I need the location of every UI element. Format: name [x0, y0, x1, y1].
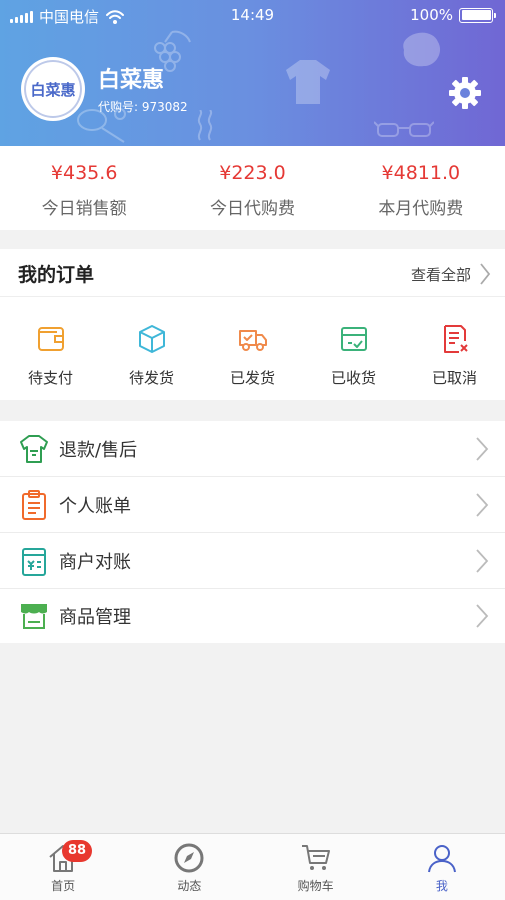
home-badge: 88 [62, 840, 93, 862]
order-label: 已收货 [330, 369, 376, 387]
chevron-right-icon [480, 263, 491, 285]
stat-today-fee[interactable]: ¥223.0 今日代购费 [168, 146, 336, 230]
tab-feed[interactable]: 动态 [126, 834, 252, 900]
inbox-check-icon [340, 327, 367, 351]
view-all-orders-link[interactable]: 查看全部 [411, 262, 491, 286]
my-orders-panel: 我的订单 查看全部 待支付 待发货 已发货 已收货 已取消 [0, 249, 505, 400]
stat-value: ¥4811.0 [381, 162, 461, 184]
tab-label: 购物车 [297, 879, 334, 893]
battery-group: 100% [410, 6, 496, 24]
order-status-row: 待支付 待发货 已发货 已收货 已取消 [0, 297, 505, 388]
order-pending-ship[interactable]: 待发货 [101, 323, 202, 388]
user-id-row: 代购号: 973082 [98, 98, 188, 115]
chevron-right-icon [476, 548, 489, 573]
chevron-right-icon [476, 436, 489, 461]
stat-value: ¥435.6 [50, 162, 118, 184]
stat-label: 今日销售额 [41, 199, 127, 219]
clipboard-icon [22, 489, 46, 520]
view-all-label: 查看全部 [410, 265, 471, 284]
profile-header: 中国电信 14:49 100% 白菜惠 白菜惠 代购号: 973082 [0, 0, 505, 146]
orders-header: 我的订单 查看全部 [0, 249, 505, 297]
box-icon [138, 325, 165, 353]
menu-item-product-manage[interactable]: 商品管理 [0, 589, 505, 643]
tab-label: 首页 [51, 879, 76, 893]
wallet-icon [37, 327, 64, 351]
menu-label: 商品管理 [59, 607, 131, 628]
chevron-right-icon [476, 604, 489, 628]
store-icon [21, 604, 47, 629]
cart-icon [301, 845, 330, 870]
menu-label: 商户对账 [59, 551, 131, 573]
person-icon [427, 845, 456, 873]
user-id-value: 973082 [141, 100, 188, 114]
user-id-label: 代购号: [98, 100, 139, 114]
stat-label: 本月代购费 [378, 199, 464, 219]
menu-label: 个人账单 [59, 495, 131, 517]
battery-icon [459, 7, 496, 23]
stat-value: ¥223.0 [219, 162, 286, 184]
stat-month-fee[interactable]: ¥4811.0 本月代购费 [337, 146, 505, 230]
refund-shirt-icon [20, 434, 48, 463]
compass-icon [174, 843, 204, 873]
order-cancelled[interactable]: 已取消 [404, 323, 505, 388]
glasses-doodle-icon [374, 121, 434, 137]
stats-panel: ¥435.6 今日销售额 ¥223.0 今日代购费 ¥4811.0 本月代购费 [0, 146, 505, 230]
tab-me[interactable]: 我 [379, 834, 505, 900]
ledger-icon [22, 547, 46, 576]
order-label: 已取消 [431, 369, 477, 387]
tab-cart[interactable]: 购物车 [253, 834, 379, 900]
menu-item-merchant-reconcile[interactable]: 商户对账 [0, 533, 505, 589]
cancel-document-icon [443, 325, 468, 353]
tab-label: 动态 [177, 879, 202, 893]
truck-icon [238, 330, 267, 351]
menu-label: 退款/售后 [59, 439, 138, 461]
orders-title: 我的订单 [18, 264, 95, 286]
bottom-tab-bar: 88 首页 动态 购物车 我 [0, 833, 505, 900]
tab-home[interactable]: 88 首页 [0, 834, 126, 900]
steam-doodle-icon [197, 110, 213, 141]
user-name: 白菜惠 [98, 68, 165, 93]
menu-list: 退款/售后 个人账单 商户对账 商品管理 [0, 421, 505, 643]
chevron-right-icon [476, 492, 489, 517]
battery-percent: 100% [410, 6, 453, 24]
order-pending-payment[interactable]: 待支付 [0, 323, 101, 388]
stat-today-sales[interactable]: ¥435.6 今日销售额 [0, 146, 168, 230]
menu-item-refund[interactable]: 退款/售后 [0, 421, 505, 477]
order-label: 已发货 [229, 369, 275, 387]
tab-label: 我 [435, 879, 448, 893]
status-bar: 中国电信 14:49 100% [0, 0, 505, 30]
menu-item-personal-bill[interactable]: 个人账单 [0, 477, 505, 533]
order-label: 待发货 [128, 369, 174, 387]
settings-gear-icon[interactable] [448, 76, 482, 110]
order-shipped[interactable]: 已发货 [202, 323, 303, 388]
sweater-doodle-icon [286, 60, 330, 104]
order-label: 待支付 [27, 369, 73, 387]
order-received[interactable]: 已收货 [303, 323, 404, 388]
stat-label: 今日代购费 [209, 199, 295, 219]
avatar[interactable]: 白菜惠 [21, 57, 85, 121]
egg-doodle-icon [403, 32, 441, 67]
